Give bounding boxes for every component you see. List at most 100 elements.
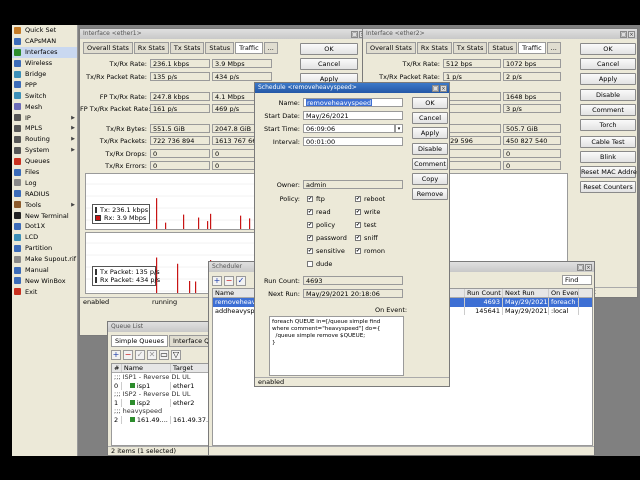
find-input[interactable]: Find	[562, 275, 592, 285]
start-date-field[interactable]: May/26/2021	[303, 111, 403, 120]
tab-tx-stats[interactable]: Tx Stats	[452, 42, 488, 54]
sidebar-item-quick-set[interactable]: Quick Set	[12, 25, 77, 36]
column-header[interactable]: Name	[122, 364, 171, 372]
start-time-field[interactable]: 06:09:06	[303, 124, 395, 133]
window-title-bar[interactable]: Interface <ether1> □×	[80, 29, 368, 39]
tab-status[interactable]: Status	[488, 42, 518, 54]
policy-sniff-checkbox[interactable]: ✔ sniff	[355, 233, 378, 242]
checkbox-icon[interactable]: ✔	[307, 234, 313, 241]
policy-romon-checkbox[interactable]: ✔ romon	[355, 246, 385, 255]
cancel-button[interactable]: Cancel	[412, 112, 448, 124]
sidebar-item-wireless[interactable]: Wireless	[12, 58, 77, 69]
comment-icon[interactable]: ▭	[159, 350, 169, 360]
reset-mac-address-button[interactable]: Reset MAC Address	[580, 166, 637, 178]
sidebar-item-routing[interactable]: Routing ▶	[12, 134, 77, 145]
apply-button[interactable]: Apply	[580, 73, 636, 85]
column-header[interactable]: Run Count	[465, 289, 503, 297]
policy-sensitive-checkbox[interactable]: ✔ sensitive	[307, 246, 345, 255]
checkbox-icon[interactable]: ✔	[307, 221, 313, 228]
sidebar-item-make-supout-rif[interactable]: Make Supout.rif	[12, 254, 77, 265]
policy-read-checkbox[interactable]: ✔ read	[307, 207, 331, 216]
torch-button[interactable]: Torch	[580, 119, 636, 131]
close-icon[interactable]: ×	[628, 30, 635, 38]
column-header[interactable]: #	[112, 364, 122, 372]
policy-reboot-checkbox[interactable]: ✔ reboot	[355, 194, 385, 203]
reset-counters-button[interactable]: Reset Counters	[580, 181, 636, 193]
tab-rx-stats[interactable]: Rx Stats	[416, 42, 452, 54]
sidebar-item-queues[interactable]: Queues	[12, 156, 77, 167]
checkbox-icon[interactable]: ✔	[307, 247, 313, 254]
on-event-editor[interactable]: foreach QUEUE in=[/queue simple find whe…	[269, 316, 404, 376]
sidebar-item-bridge[interactable]: Bridge	[12, 69, 77, 80]
close-icon[interactable]: ×	[440, 84, 447, 92]
sidebar-item-exit[interactable]: Exit	[12, 286, 77, 297]
dropdown-arrow-icon[interactable]: ▾	[395, 124, 403, 133]
tab-traffic[interactable]: Traffic	[518, 42, 546, 54]
sidebar-item-lcd[interactable]: LCD	[12, 232, 77, 243]
tab-traffic[interactable]: Traffic	[235, 42, 263, 54]
checkbox-icon[interactable]: ✔	[307, 208, 313, 215]
maximize-icon[interactable]: □	[432, 84, 439, 92]
sidebar-item-log[interactable]: Log	[12, 177, 77, 188]
sidebar-item-files[interactable]: Files	[12, 167, 77, 178]
policy-write-checkbox[interactable]: ✔ write	[355, 207, 380, 216]
remove-icon[interactable]: −	[224, 276, 234, 286]
sidebar-item-ip[interactable]: IP ▶	[12, 112, 77, 123]
name-field[interactable]: removeheavyspeed	[303, 98, 403, 107]
sidebar-item-radius[interactable]: RADIUS	[12, 188, 77, 199]
column-header[interactable]: On Event	[549, 289, 579, 297]
sidebar-item-system[interactable]: System ▶	[12, 145, 77, 156]
sidebar-item-mesh[interactable]: Mesh	[12, 101, 77, 112]
policy-password-checkbox[interactable]: ✔ password	[307, 233, 347, 242]
close-icon[interactable]: ×	[585, 263, 592, 271]
sidebar-item-tools[interactable]: Tools ▶	[12, 199, 77, 210]
window-title-bar[interactable]: Interface <ether2> □ ×	[363, 29, 637, 39]
sidebar-item-interfaces[interactable]: Interfaces	[12, 46, 77, 58]
sidebar-item-new-winbox[interactable]: New WinBox	[12, 275, 77, 286]
tab-status[interactable]: Status	[205, 42, 235, 54]
maximize-icon[interactable]: □	[351, 30, 358, 38]
checkbox-icon[interactable]	[307, 260, 313, 267]
disable-button[interactable]: Disable	[412, 143, 448, 155]
policy-test-checkbox[interactable]: ✔ test	[355, 220, 376, 229]
window-title-bar[interactable]: Schedule <removeheavyspeed> □ ×	[255, 83, 449, 93]
checkbox-icon[interactable]: ✔	[355, 234, 361, 241]
tab-simple-queues[interactable]: Simple Queues	[111, 335, 169, 347]
apply-button[interactable]: Apply	[412, 127, 448, 139]
policy-dude-checkbox[interactable]: dude	[307, 259, 332, 268]
add-icon[interactable]: +	[111, 350, 121, 360]
checkbox-icon[interactable]: ✔	[355, 195, 361, 202]
comment-button[interactable]: Comment	[580, 104, 636, 116]
checkbox-icon[interactable]: ✔	[355, 247, 361, 254]
maximize-icon[interactable]: □	[577, 263, 584, 271]
disable-icon[interactable]: ✕	[147, 350, 157, 360]
tab--[interactable]: ...	[263, 42, 278, 54]
enable-icon[interactable]: ✓	[236, 276, 246, 286]
column-header[interactable]: Next Run	[503, 289, 549, 297]
sidebar-item-new-terminal[interactable]: New Terminal	[12, 210, 77, 221]
remove-button[interactable]: Remove	[412, 188, 448, 200]
sidebar-item-capsman[interactable]: CAPsMAN	[12, 36, 77, 47]
tab-tx-stats[interactable]: Tx Stats	[169, 42, 205, 54]
add-icon[interactable]: +	[212, 276, 222, 286]
policy-policy-checkbox[interactable]: ✔ policy	[307, 220, 335, 229]
cable-test-button[interactable]: Cable Test	[580, 136, 636, 148]
checkbox-icon[interactable]: ✔	[355, 208, 361, 215]
copy-button[interactable]: Copy	[412, 173, 448, 185]
ok-button[interactable]: OK	[580, 43, 636, 55]
ok-button[interactable]: OK	[300, 43, 358, 55]
tab-rx-stats[interactable]: Rx Stats	[133, 42, 169, 54]
cancel-button[interactable]: Cancel	[300, 58, 358, 70]
checkbox-icon[interactable]: ✔	[307, 195, 313, 202]
tab--[interactable]: ...	[546, 42, 561, 54]
blink-button[interactable]: Blink	[580, 151, 636, 163]
tab-overall-stats[interactable]: Overall Stats	[83, 42, 133, 54]
comment-button[interactable]: Comment	[412, 158, 448, 170]
ok-button[interactable]: OK	[412, 97, 448, 109]
sidebar-item-dot1x[interactable]: Dot1X	[12, 221, 77, 232]
disable-button[interactable]: Disable	[580, 89, 636, 101]
sidebar-item-mpls[interactable]: MPLS ▶	[12, 123, 77, 134]
enable-icon[interactable]: ✓	[135, 350, 145, 360]
maximize-icon[interactable]: □	[620, 30, 627, 38]
filter-icon[interactable]: ▽	[171, 350, 181, 360]
